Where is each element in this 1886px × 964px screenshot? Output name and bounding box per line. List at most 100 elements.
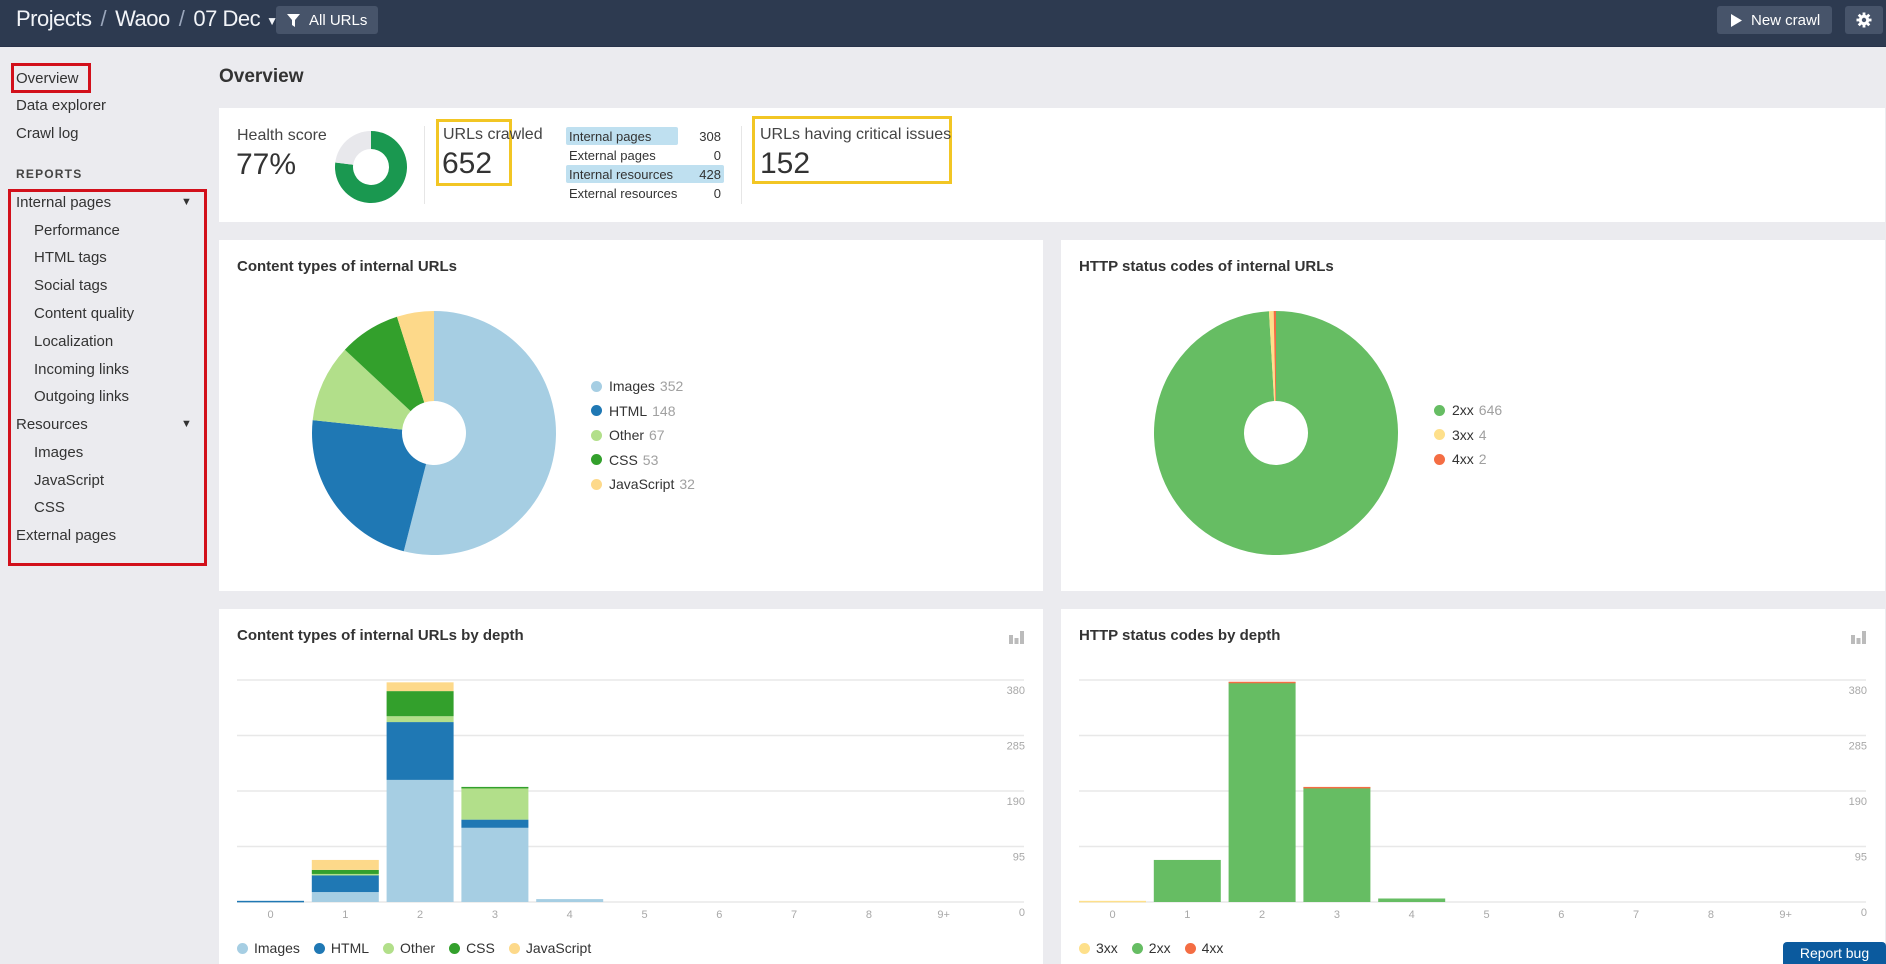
all-urls-filter-button[interactable]: All URLs bbox=[276, 6, 379, 34]
legend-dot bbox=[237, 942, 248, 954]
breadcrumb-projects[interactable]: Projects bbox=[16, 6, 92, 32]
bar-segment-images-depth-4[interactable] bbox=[536, 899, 604, 902]
new-crawl-button[interactable]: New crawl bbox=[1717, 6, 1833, 34]
content-types-card: Content types of internal URLs Images 352… bbox=[219, 240, 1043, 591]
bar-segment-4xx-depth-2[interactable] bbox=[1228, 681, 1296, 684]
legend-label: 4xx bbox=[1201, 940, 1224, 956]
urls-crawled-value[interactable]: 652 bbox=[442, 147, 492, 181]
sidebar-item-images[interactable]: Images bbox=[34, 444, 83, 461]
x-tick-label: 0 bbox=[267, 909, 273, 921]
bar-segment-html-depth-2[interactable] bbox=[386, 722, 454, 780]
legend-item-other[interactable]: Other 67 bbox=[591, 423, 695, 448]
breakdown-internal-resources[interactable]: Internal resources 428 bbox=[566, 165, 724, 183]
bar-segment-images-depth-2[interactable] bbox=[386, 779, 454, 902]
legend-item-2xx[interactable]: 2xx bbox=[1131, 940, 1171, 956]
bar-segment-2xx-depth-3[interactable] bbox=[1303, 787, 1371, 902]
divider bbox=[424, 126, 425, 204]
y-tick-label: 285 bbox=[1007, 741, 1025, 753]
filter-icon bbox=[287, 13, 300, 27]
bar-segment-html-depth-1[interactable] bbox=[311, 875, 379, 893]
sidebar-item-css[interactable]: CSS bbox=[34, 499, 65, 516]
breakdown-internal-pages[interactable]: Internal pages 308 bbox=[566, 127, 724, 145]
sidebar-item-crawl-log[interactable]: Crawl log bbox=[16, 125, 79, 142]
bar-segment-css-depth-1[interactable] bbox=[311, 869, 379, 874]
legend-item-4xx[interactable]: 4xx 2 bbox=[1434, 447, 1502, 472]
critical-issues-value[interactable]: 152 bbox=[760, 147, 810, 181]
legend-label: CSS bbox=[466, 940, 495, 956]
breakdown-external-resources[interactable]: External resources 0 bbox=[566, 184, 724, 202]
legend-dot bbox=[313, 942, 325, 954]
legend-label: HTML bbox=[330, 940, 370, 956]
bar-segment-javascript-depth-1[interactable] bbox=[311, 859, 379, 870]
legend-item-javascript[interactable]: JavaScript bbox=[508, 940, 591, 956]
y-tick-label: 0 bbox=[1861, 907, 1867, 919]
breadcrumb-project[interactable]: Waoo bbox=[115, 6, 170, 32]
bar-segment-javascript-depth-2[interactable] bbox=[386, 682, 454, 692]
legend-item-css[interactable]: CSS 53 bbox=[591, 448, 695, 473]
legend-item-html[interactable]: HTML 148 bbox=[591, 399, 695, 424]
caret-down-icon[interactable]: ▼ bbox=[181, 196, 192, 208]
x-tick-label: 2 bbox=[1259, 909, 1265, 921]
y-tick-label: 0 bbox=[1019, 907, 1025, 919]
x-tick-label: 1 bbox=[342, 909, 348, 921]
divider bbox=[741, 126, 742, 204]
breakdown-external-pages[interactable]: External pages 0 bbox=[566, 146, 724, 164]
sidebar-item-incoming-links[interactable]: Incoming links bbox=[34, 361, 129, 378]
sidebar-item-outgoing-links[interactable]: Outgoing links bbox=[34, 388, 129, 405]
sidebar-item-social-tags[interactable]: Social tags bbox=[34, 277, 107, 294]
bar-segment-html-depth-3[interactable] bbox=[461, 819, 529, 828]
settings-button[interactable] bbox=[1845, 6, 1883, 34]
breakdown-value: 308 bbox=[699, 128, 721, 144]
legend-label: 3xx bbox=[1452, 426, 1474, 443]
sidebar-group-resources[interactable]: Resources bbox=[16, 416, 88, 433]
sidebar-item-content-quality[interactable]: Content quality bbox=[34, 305, 134, 322]
legend-item-javascript[interactable]: JavaScript 32 bbox=[591, 472, 695, 497]
sidebar-item-javascript[interactable]: JavaScript bbox=[34, 472, 104, 489]
sidebar-group-external-pages[interactable]: External pages bbox=[16, 527, 116, 544]
top-bar: Projects / Waoo / 07 Dec ▼ All URLs New … bbox=[0, 0, 1886, 47]
legend-item-3xx[interactable]: 3xx 4 bbox=[1434, 423, 1502, 448]
page-title: Overview bbox=[219, 66, 304, 87]
legend-item-other[interactable]: Other bbox=[383, 940, 435, 956]
reports-section-label: REPORTS bbox=[16, 167, 83, 181]
bar-segment-2xx-depth-2[interactable] bbox=[1228, 682, 1296, 902]
x-tick-label: 1 bbox=[1184, 909, 1190, 921]
bar-segment-images-depth-3[interactable] bbox=[461, 827, 529, 902]
sidebar-group-internal-pages[interactable]: Internal pages bbox=[16, 194, 111, 211]
x-tick-label: 4 bbox=[1409, 909, 1415, 921]
legend-dot bbox=[591, 478, 602, 490]
legend-count: 4 bbox=[1478, 426, 1487, 443]
x-tick-label: 3 bbox=[492, 909, 498, 921]
bar-segment-images-depth-1[interactable] bbox=[311, 892, 379, 902]
legend-item-images[interactable]: Images 352 bbox=[591, 374, 695, 399]
bar-segment-other-depth-2[interactable] bbox=[386, 716, 454, 723]
legend-item-2xx[interactable]: 2xx 646 bbox=[1434, 398, 1502, 423]
legend-item-4xx[interactable]: 4xx bbox=[1184, 940, 1224, 956]
caret-down-icon[interactable]: ▼ bbox=[181, 418, 192, 430]
report-bug-button[interactable]: Report bug bbox=[1783, 942, 1886, 964]
breadcrumb-separator: / bbox=[178, 6, 185, 31]
http-status-depth-legend: 3xx 2xx 4xx bbox=[1079, 940, 1237, 956]
legend-dot bbox=[1079, 942, 1090, 954]
bar-segment-other-depth-3[interactable] bbox=[461, 788, 529, 820]
legend-item-3xx[interactable]: 3xx bbox=[1079, 940, 1118, 956]
legend-item-css[interactable]: CSS bbox=[449, 940, 495, 956]
chart-title: HTTP status codes of internal URLs bbox=[1079, 258, 1334, 275]
x-tick-label: 5 bbox=[641, 909, 647, 921]
bar-segment-2xx-depth-1[interactable] bbox=[1153, 859, 1221, 902]
breadcrumb-crawl-date[interactable]: 07 Dec bbox=[193, 6, 260, 32]
bar-segment-other-depth-1[interactable] bbox=[311, 873, 379, 876]
legend-item-html[interactable]: HTML bbox=[313, 940, 370, 956]
sidebar-item-performance[interactable]: Performance bbox=[34, 222, 120, 239]
sidebar-item-html-tags[interactable]: HTML tags bbox=[34, 249, 107, 266]
bar-segment-2xx-depth-4[interactable] bbox=[1378, 898, 1446, 902]
sidebar-item-overview[interactable]: Overview bbox=[16, 70, 79, 87]
bar-segment-css-depth-2[interactable] bbox=[386, 691, 454, 717]
bar-segment-css-depth-3[interactable] bbox=[461, 786, 529, 789]
sidebar-item-data-explorer[interactable]: Data explorer bbox=[16, 97, 106, 114]
legend-item-images[interactable]: Images bbox=[237, 940, 300, 956]
bar-segment-html-depth-0[interactable] bbox=[237, 900, 304, 903]
bar-segment-3xx-depth-0[interactable] bbox=[1079, 900, 1146, 903]
bar-segment-4xx-depth-3[interactable] bbox=[1303, 786, 1371, 789]
sidebar-item-localization[interactable]: Localization bbox=[34, 333, 113, 350]
